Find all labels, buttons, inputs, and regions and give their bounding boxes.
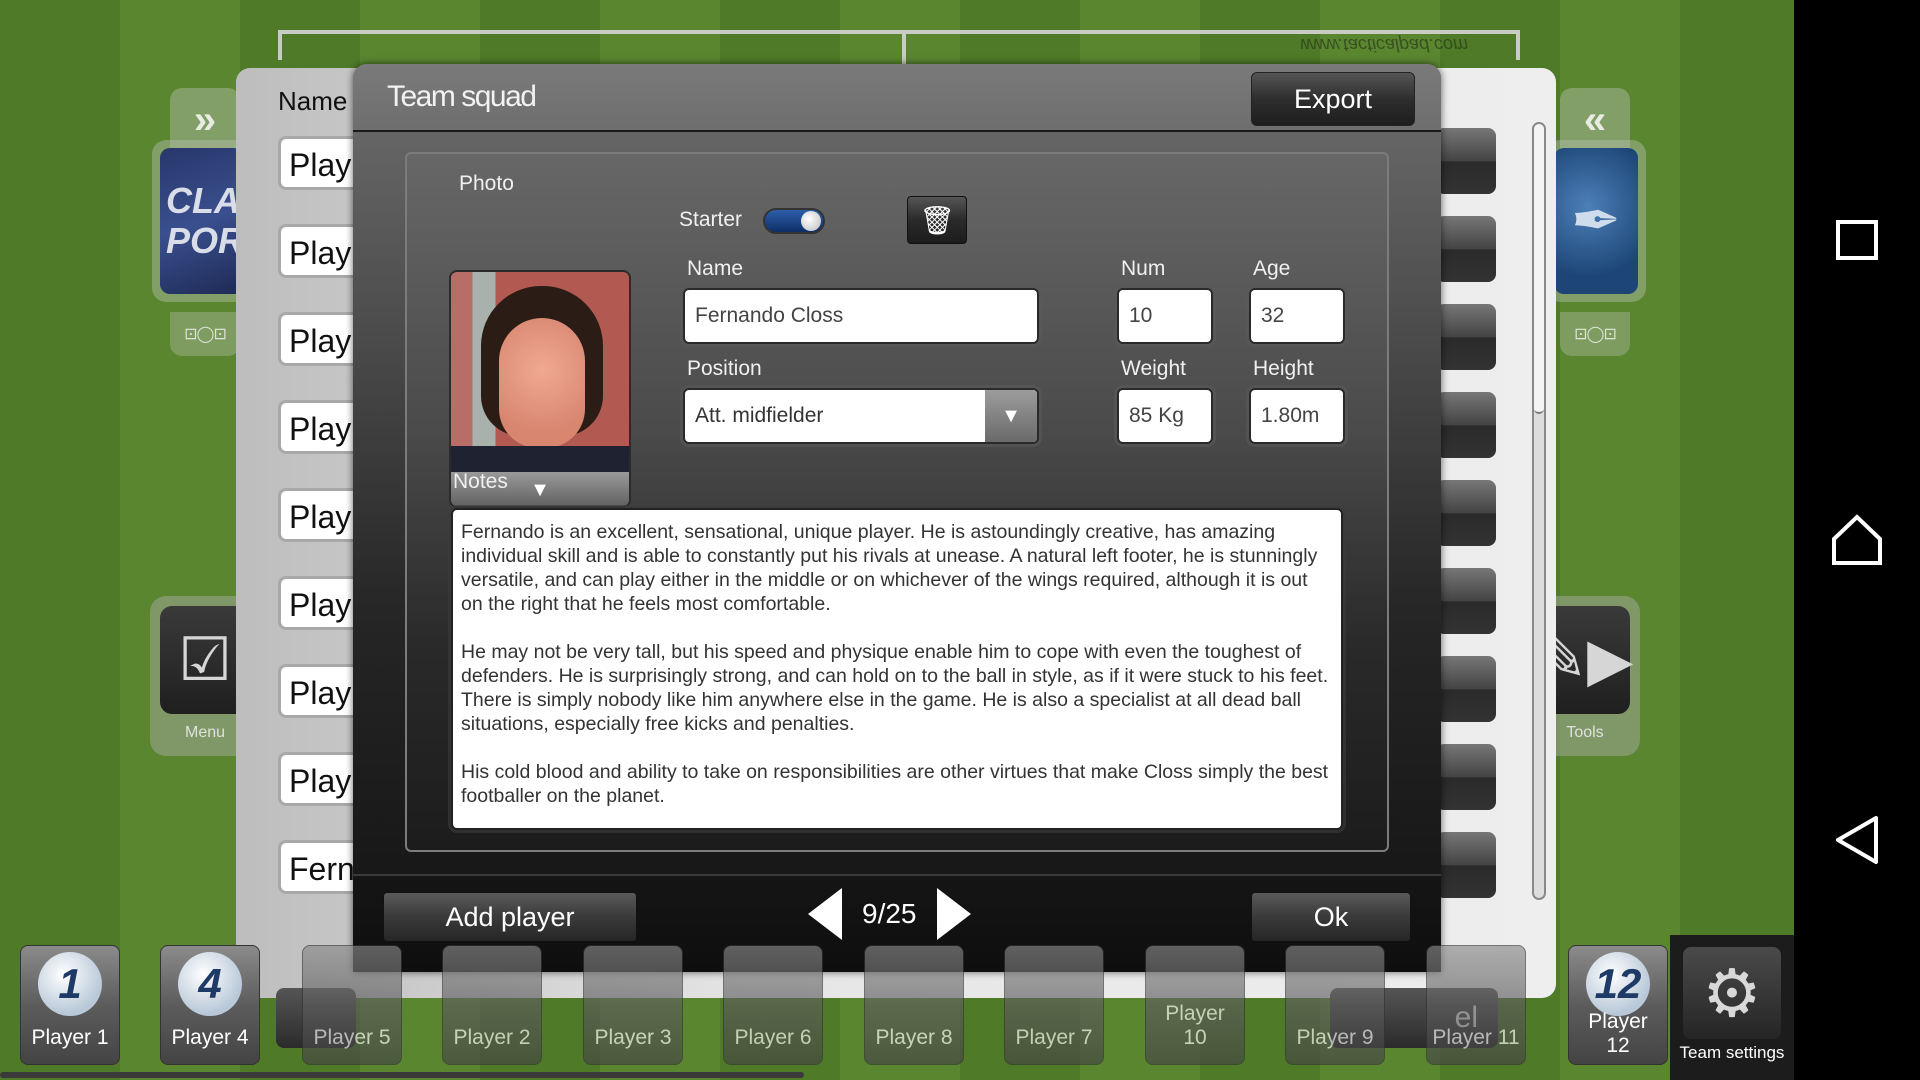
pager: 9/25 — [808, 888, 971, 940]
player-chip-label: Player 3 — [594, 1026, 672, 1049]
formation-icon: ⊡◯⊡ — [1574, 326, 1617, 343]
player-chip[interactable]: Player 7 — [1004, 945, 1104, 1065]
team-settings-label: Team settings — [1679, 1043, 1785, 1062]
position-value: Att. midfielder — [695, 404, 824, 427]
weight-label: Weight — [1121, 357, 1186, 380]
home-icon — [1832, 514, 1882, 565]
double-chevron-left-icon: « — [1583, 97, 1607, 142]
list-row-action-button[interactable] — [1436, 216, 1496, 282]
player-number-badge: 12 — [1586, 952, 1650, 1016]
name-input[interactable]: Fernando Closs — [683, 288, 1039, 344]
next-player-arrow-icon[interactable] — [936, 888, 971, 940]
player-number-badge: 4 — [178, 952, 242, 1016]
list-row-action-button[interactable] — [1436, 480, 1496, 546]
team-crest: CLAN PORT — [160, 148, 244, 294]
player-chip[interactable]: Player 3 — [583, 945, 683, 1065]
app-logo-right[interactable]: ✒ — [1546, 140, 1646, 302]
chevron-down-icon[interactable]: ▼ — [985, 390, 1037, 442]
player-chip[interactable]: 12 Player 12 — [1568, 945, 1668, 1065]
recents-button[interactable] — [1794, 190, 1920, 290]
player-chip-label: Player 11 — [1432, 1026, 1520, 1049]
player-photo-image — [451, 272, 629, 472]
list-row-action-button[interactable] — [1436, 304, 1496, 370]
player-chip[interactable]: Player 11 — [1426, 945, 1526, 1065]
player-chip[interactable]: Player 6 — [723, 945, 823, 1065]
team-squad-dialog: Team squad Export Photo ▼ Starter 🗑 Name… — [353, 64, 1441, 972]
back-triangle-icon — [1836, 816, 1878, 864]
starter-label: Starter — [679, 208, 743, 231]
height-label: Height — [1253, 357, 1314, 380]
player-bar: 1 Player 1 4 Player 4 Player 5 Player 2 … — [0, 935, 1794, 1080]
team-settings-button[interactable]: ⚙ Team settings — [1670, 935, 1794, 1080]
formation-icon: ⊡◯⊡ — [184, 326, 227, 343]
previous-player-arrow-icon[interactable] — [808, 888, 842, 940]
list-scrollbar-thumb[interactable] — [1534, 124, 1544, 414]
toggle-knob — [801, 211, 821, 231]
notes-label: Notes — [453, 470, 508, 493]
num-input[interactable]: 10 — [1117, 288, 1213, 344]
delete-player-button[interactable]: 🗑 — [907, 196, 967, 244]
team-crest-text-2: PORT — [166, 220, 244, 261]
player-chip-label: Player 5 — [313, 1026, 391, 1049]
pager-count: 9/25 — [862, 898, 917, 929]
player-chip[interactable]: Player 2 — [442, 945, 542, 1065]
weight-input[interactable]: 85 Kg — [1117, 388, 1213, 444]
player-number-badge: 1 — [38, 952, 102, 1016]
position-select[interactable]: Att. midfielder ▼ — [683, 388, 1039, 444]
export-button[interactable]: Export — [1251, 72, 1415, 126]
list-header-name: Name — [278, 86, 348, 116]
quill-icon: ✒ — [1554, 148, 1638, 294]
list-row-action-button[interactable] — [1436, 832, 1496, 898]
triangle-down-icon: ▼ — [530, 478, 550, 501]
right-formation-button[interactable]: ⊡◯⊡ — [1560, 312, 1630, 356]
name-label: Name — [687, 257, 744, 280]
photo-label: Photo — [459, 172, 514, 195]
player-chip[interactable]: 1 Player 1 — [20, 945, 120, 1065]
age-input[interactable]: 32 — [1249, 288, 1345, 344]
back-button[interactable] — [1794, 790, 1920, 890]
gear-icon: ⚙ — [1683, 947, 1781, 1039]
player-chip[interactable]: Player 5 — [302, 945, 402, 1065]
player-chip-label: Player 2 — [453, 1026, 531, 1049]
list-row-action-button[interactable] — [1436, 656, 1496, 722]
team-crest-text-1: CLAN — [166, 180, 244, 221]
player-chip-label: Player 10 — [1165, 1002, 1225, 1049]
position-label: Position — [687, 357, 762, 380]
player-chip-label: Player 9 — [1296, 1026, 1374, 1049]
player-chip-label: Player 7 — [1015, 1026, 1093, 1049]
watermark: www.tacticalpad.com — [1300, 35, 1469, 55]
list-scrollbar[interactable] — [1532, 122, 1546, 900]
player-chip[interactable]: 4 Player 4 — [160, 945, 260, 1065]
list-row-action-button[interactable] — [1436, 128, 1496, 194]
player-bar-scrollbar[interactable] — [0, 1072, 804, 1078]
android-nav-bar — [1794, 0, 1920, 1080]
player-chip-label: Player 6 — [734, 1026, 812, 1049]
notes-textarea[interactable]: Fernando is an excellent, sensational, u… — [451, 508, 1343, 830]
player-chip[interactable]: Player 9 — [1285, 945, 1385, 1065]
player-chip[interactable]: Player 10 — [1145, 945, 1245, 1065]
list-row-action-button[interactable] — [1436, 568, 1496, 634]
player-chip[interactable]: Player 8 — [864, 945, 964, 1065]
player-chip-label: Player 4 — [171, 1026, 249, 1049]
trash-icon: 🗑 — [919, 204, 955, 236]
double-chevron-right-icon: » — [193, 97, 217, 142]
left-formation-button[interactable]: ⊡◯⊡ — [170, 312, 240, 356]
player-chip-label: Player 1 — [31, 1026, 109, 1049]
num-label: Num — [1121, 257, 1166, 280]
recents-square-icon — [1836, 220, 1878, 260]
player-chip-label: Player 12 — [1588, 1010, 1648, 1057]
list-row-action-button[interactable] — [1436, 744, 1496, 810]
home-button[interactable] — [1794, 490, 1920, 590]
age-label: Age — [1253, 257, 1291, 280]
height-input[interactable]: 1.80m — [1249, 388, 1345, 444]
dialog-title: Team squad — [387, 80, 537, 113]
dialog-header: Team squad Export — [353, 64, 1441, 132]
starter-toggle[interactable] — [763, 208, 825, 234]
player-chip-label: Player 8 — [875, 1026, 953, 1049]
list-row-action-button[interactable] — [1436, 392, 1496, 458]
